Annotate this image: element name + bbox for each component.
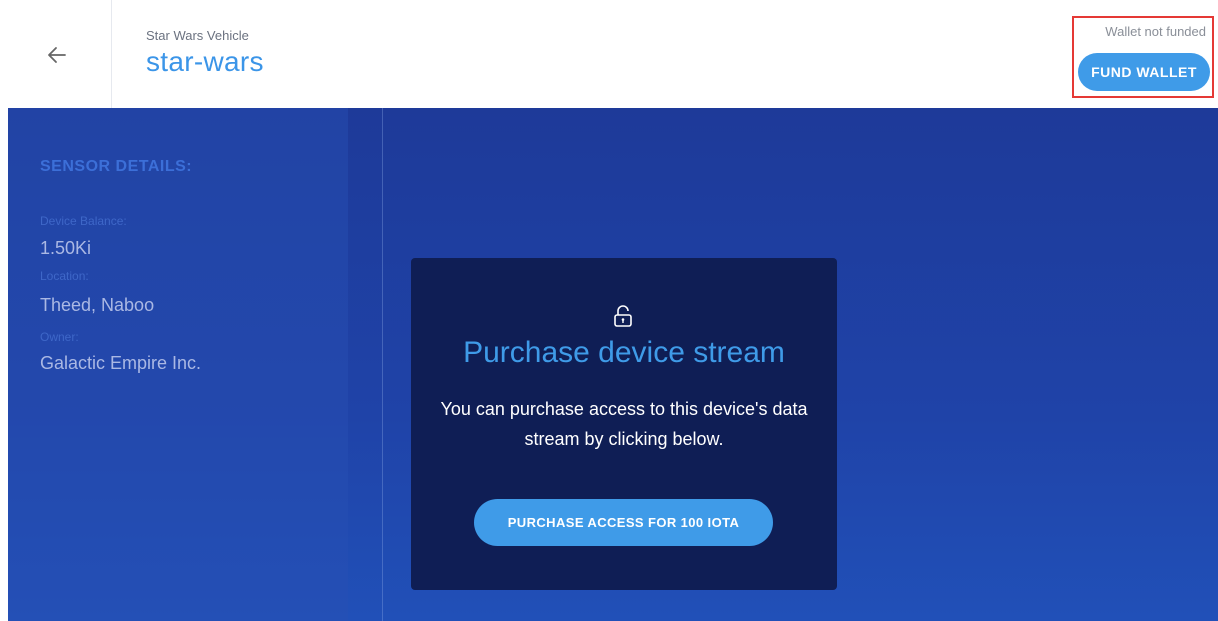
lock-icon [614,305,632,327]
sensor-details-heading: SENSOR DETAILS: [40,158,193,175]
arrow-left-icon[interactable] [46,44,68,66]
device-type-label: Star Wars Vehicle [146,28,249,43]
wallet-panel: Wallet not funded FUND WALLET [1072,16,1214,98]
purchase-card: Purchase device stream You can purchase … [411,258,837,590]
owner-value: Galactic Empire Inc. [40,353,202,373]
device-balance-label: Device Balance: [40,214,127,228]
location-label: Location: [40,269,89,283]
back-button[interactable] [0,0,112,108]
purchase-description: You can purchase access to this device's… [440,399,808,449]
wallet-status-text: Wallet not funded [1105,24,1206,39]
purchase-access-button[interactable]: PURCHASE ACCESS FOR 100 IOTA [474,499,773,546]
device-balance-value: 1.50Ki [40,238,92,258]
owner-label: Owner: [40,330,79,344]
fund-wallet-button[interactable]: FUND WALLET [1078,53,1210,91]
page-title: star-wars [146,46,264,77]
purchase-heading: Purchase device stream [463,336,785,369]
app-header: Star Wars Vehicle star-wars Wallet not f… [0,0,1218,108]
sensor-details-panel: SENSOR DETAILS: Device Balance: 1.50Ki L… [8,108,348,621]
panel-divider [382,108,383,621]
location-value: Theed, Naboo [40,295,155,315]
main-content: SENSOR DETAILS: Device Balance: 1.50Ki L… [8,108,1218,621]
